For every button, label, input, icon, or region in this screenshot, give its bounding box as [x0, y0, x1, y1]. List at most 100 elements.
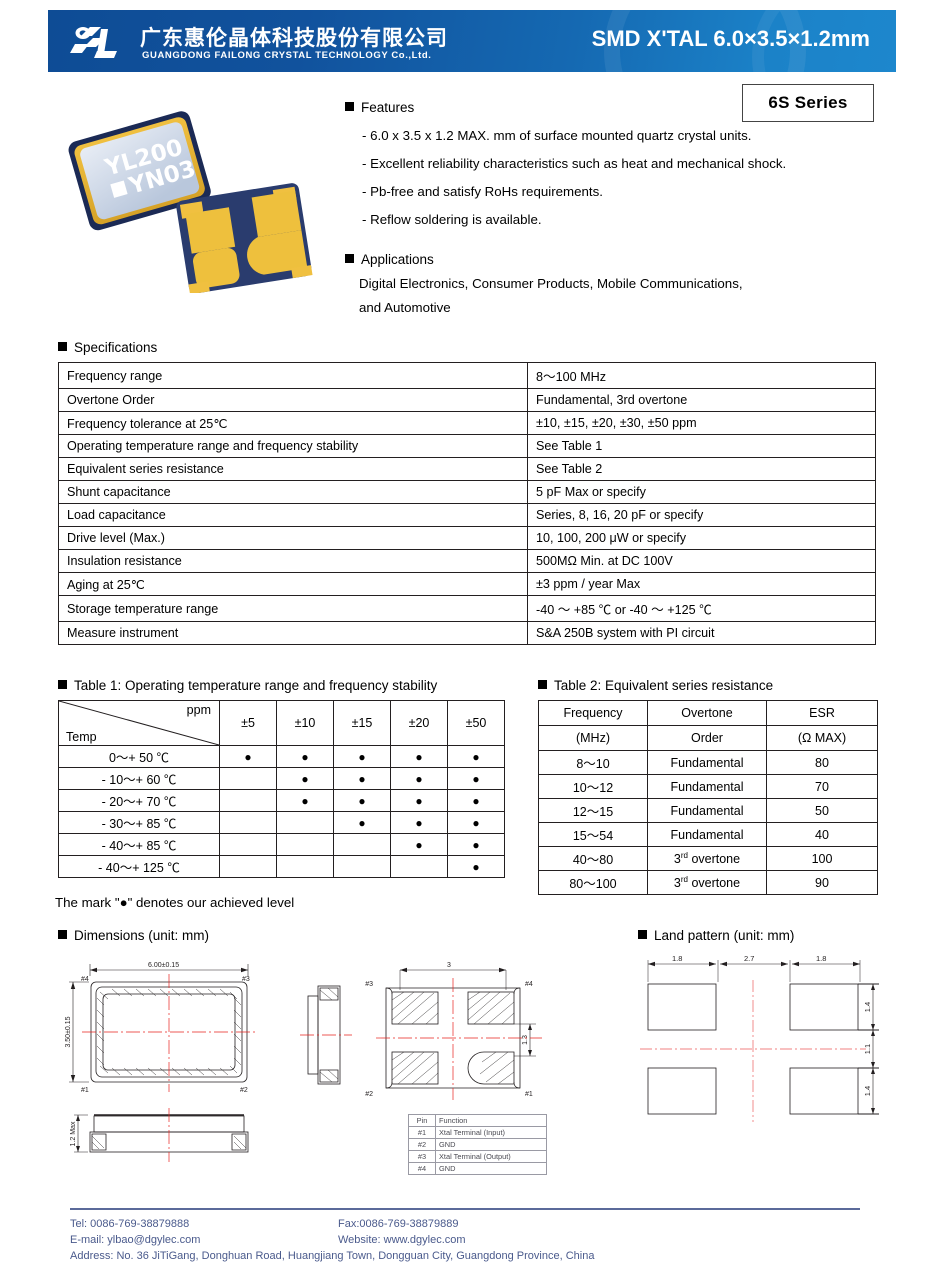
bullet-square-icon	[58, 342, 67, 351]
table1-temp-range: - 10～+ 60 ℃	[58, 767, 220, 790]
spec-value: -40 ～ +85 ℃ or -40 ～ +125 ℃	[527, 595, 876, 622]
table-row: Storage temperature range -40 ～ +85 ℃ or …	[58, 595, 876, 622]
pin-number: #1	[408, 1126, 436, 1139]
bullet-square-icon	[538, 680, 547, 689]
table1-mark-cell: ●	[333, 745, 391, 768]
company-logo-icon	[70, 27, 117, 58]
feature-item: - Reflow soldering is available.	[362, 212, 542, 227]
table1-mark-cell	[219, 855, 277, 878]
spec-parameter: Aging at 25℃	[58, 572, 528, 596]
table1-col-header: ±5	[219, 700, 277, 746]
table-row: Drive level (Max.) 10, 100, 200 μW or spe…	[58, 526, 876, 550]
pin-label-2: #2	[240, 1087, 248, 1094]
table-row: 8～10 Fundamental 80	[538, 750, 878, 775]
features-section: Features - 6.0 x 3.5 x 1.2 MAX. mm of su…	[345, 100, 885, 227]
specifications-table: Frequency range 8～100 MHz Overtone Order F…	[58, 362, 876, 645]
table-row: 40～80 3rd overtone 100	[538, 846, 878, 871]
pin-function: Xtal Terminal (Output)	[435, 1150, 547, 1163]
table2-col-unit-overtone: Order	[647, 725, 767, 751]
pin-number: #2	[408, 1138, 436, 1151]
page-header: 广东惠伦晶体科技股份有限公司 GUANGDONG FAILONG CRYSTAL…	[48, 10, 896, 72]
table-row: - 30～+ 85 ℃ ● ● ●	[58, 811, 505, 834]
table-row: Frequency range 8～100 MHz	[58, 362, 876, 389]
table2-frequency: 40～80	[538, 846, 648, 871]
spec-value: 10, 100, 200 μW or specify	[527, 526, 876, 550]
table-row: 10～12 Fundamental 70	[538, 774, 878, 799]
table2-overtone: Fundamental	[647, 822, 767, 847]
bullet-square-icon	[638, 930, 647, 939]
table1-mark-cell: ●	[390, 789, 448, 812]
table-header-row-2: (MHz) Order (Ω MAX)	[538, 725, 878, 751]
table1-mark-cell	[219, 767, 277, 790]
table-row: - 10～+ 60 ℃ ● ● ● ●	[58, 767, 505, 790]
feature-item: - Excellent reliability characteristics …	[362, 156, 787, 171]
table2-frequency: 10～12	[538, 774, 648, 799]
pin-function: GND	[435, 1162, 547, 1175]
table2-col-header-frequency: Frequency	[538, 700, 648, 726]
table1-mark-cell: ●	[333, 811, 391, 834]
table1-mark-cell: ●	[333, 767, 391, 790]
pin-col-header: Pin	[408, 1114, 436, 1127]
table1-mark-cell	[333, 855, 391, 878]
table1-mark-cell	[276, 855, 334, 878]
spec-value: S&A 250B system with PI circuit	[527, 621, 876, 645]
spec-value: 500MΩ Min. at DC 100V	[527, 549, 876, 573]
table1-col-header: ±50	[447, 700, 505, 746]
table2-frequency: 15～54	[538, 822, 648, 847]
product-title: SMD X'TAL 6.0×3.5×1.2mm	[591, 26, 870, 51]
table1-mark-cell: ●	[276, 745, 334, 768]
land-dim-v3: 1.4	[863, 1086, 872, 1096]
feature-item: - 6.0 x 3.5 x 1.2 MAX. mm of surface mou…	[362, 128, 752, 143]
table2-overtone: 3rd overtone	[647, 846, 767, 871]
table1-heading: Table 1: Operating temperature range and…	[58, 678, 437, 693]
table2-esr-value: 90	[766, 870, 878, 895]
spec-value: See Table 1	[527, 434, 876, 458]
table1-mark-cell: ●	[447, 767, 505, 790]
land-dim-h3: 1.8	[816, 954, 826, 963]
spec-value: 5 pF Max or specify	[527, 480, 876, 504]
footer-tel: Tel: 0086-769-38879888	[70, 1218, 190, 1230]
table-row: #2 GND	[408, 1138, 547, 1151]
table1-mark-cell: ●	[447, 745, 505, 768]
table1-mark-cell: ●	[447, 833, 505, 856]
table2-heading: Table 2: Equivalent series resistance	[538, 678, 773, 693]
table2-esr-value: 100	[766, 846, 878, 871]
table-row: 12～15 Fundamental 50	[538, 798, 878, 823]
footer-website[interactable]: Website: www.dgylec.com	[338, 1232, 466, 1248]
spec-parameter: Operating temperature range and frequenc…	[58, 434, 528, 458]
function-col-header: Function	[435, 1114, 547, 1127]
table2-esr-value: 70	[766, 774, 878, 799]
table-row: Equivalent series resistance See Table 2	[58, 457, 876, 481]
table1-corner-cell: ppm Temp	[58, 700, 220, 746]
pin-label-4: #4	[81, 976, 89, 983]
footer-row-2: E-mail: ylbao@dgylec.com Website: www.dg…	[70, 1232, 870, 1248]
table1-mark-cell: ●	[390, 811, 448, 834]
table1-mark-cell: ●	[447, 789, 505, 812]
table2-col-header-esr: ESR	[766, 700, 878, 726]
table2-esr-value: 40	[766, 822, 878, 847]
table-row: Frequency tolerance at 25℃ ±10, ±15, ±20,…	[58, 411, 876, 435]
table1-mark-cell: ●	[219, 745, 277, 768]
applications-section: Applications Digital Electronics, Consum…	[345, 252, 885, 315]
table1-temperature-stability: ppm Temp ±5 ±10 ±15 ±20 ±50 0～+ 50 ℃ ● ● ● ●…	[58, 700, 505, 878]
table-row: #1 Xtal Terminal (Input)	[408, 1126, 547, 1139]
table2-overtone: Fundamental	[647, 774, 767, 799]
table1-col-header: ±15	[333, 700, 391, 746]
table-header-row: ppm Temp ±5 ±10 ±15 ±20 ±50	[58, 700, 505, 746]
table2-frequency: 12～15	[538, 798, 648, 823]
table1-ppm-label: ppm	[186, 703, 211, 717]
table1-mark-cell: ●	[390, 745, 448, 768]
bullet-square-icon	[345, 254, 354, 263]
specifications-heading: Specifications	[58, 340, 157, 355]
footer-divider	[70, 1208, 860, 1210]
land-dim-v1: 1.4	[863, 1002, 872, 1012]
footer-email[interactable]: E-mail: ylbao@dgylec.com	[70, 1232, 200, 1248]
footer-row-3: Address: No. 36 JiTiGang, Donghuan Road,…	[70, 1248, 870, 1264]
dim-pad-span-label: 1.3	[522, 1035, 529, 1045]
dimensions-heading: Dimensions (unit: mm)	[58, 928, 209, 943]
table2-overtone: Fundamental	[647, 750, 767, 775]
table2-esr-value: 50	[766, 798, 878, 823]
spec-parameter: Frequency tolerance at 25℃	[58, 411, 528, 435]
table1-col-header: ±10	[276, 700, 334, 746]
table-row: Load capacitance Series, 8, 16, 20 pF or …	[58, 503, 876, 527]
